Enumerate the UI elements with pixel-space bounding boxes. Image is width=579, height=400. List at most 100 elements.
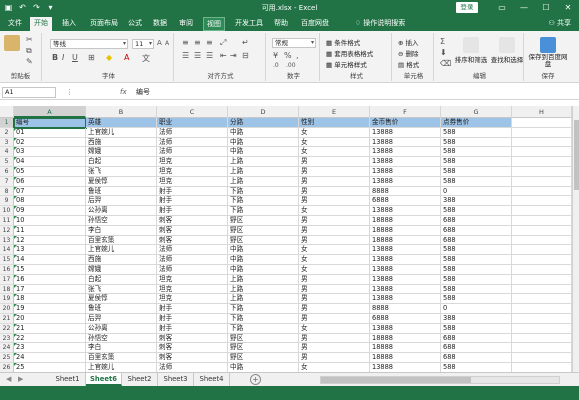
table-cell[interactable]: 13888: [370, 206, 441, 216]
table-cell[interactable]: 男: [299, 186, 370, 197]
table-cell[interactable]: 13888: [370, 127, 441, 138]
table-cell[interactable]: 388: [441, 314, 512, 324]
table-cell[interactable]: 法师: [157, 245, 228, 256]
table-cell[interactable]: 05: [14, 167, 86, 177]
table-cell[interactable]: 野区: [228, 343, 299, 354]
close-icon[interactable]: ✕: [557, 0, 579, 16]
table-cell[interactable]: 张飞: [86, 167, 157, 177]
format-painter-icon[interactable]: ✎: [26, 57, 33, 66]
insert-cells-button[interactable]: ⊕ 插入: [398, 37, 419, 47]
header-cell[interactable]: 职业: [157, 118, 228, 128]
table-cell[interactable]: 百里玄策: [86, 353, 157, 363]
table-cell[interactable]: 刺客: [157, 333, 228, 344]
table-cell[interactable]: 18888: [370, 353, 441, 363]
table-cell[interactable]: 坦克: [157, 176, 228, 187]
table-cell[interactable]: 上路: [228, 176, 299, 187]
grow-font-icon[interactable]: A: [157, 39, 162, 47]
table-cell[interactable]: 18888: [370, 343, 441, 354]
formula-input[interactable]: 编号: [136, 87, 150, 97]
row-number[interactable]: 25: [0, 353, 14, 363]
login-button[interactable]: 登录: [456, 2, 478, 13]
table-cell[interactable]: 13: [14, 245, 86, 256]
share-button[interactable]: ⚇ 共享: [548, 18, 571, 28]
table-cell[interactable]: 野区: [228, 225, 299, 236]
table-cell[interactable]: 10: [14, 216, 86, 226]
table-cell[interactable]: 后羿: [86, 314, 157, 324]
fill-color-icon[interactable]: ◆: [106, 53, 112, 62]
row-number[interactable]: 5: [0, 157, 14, 167]
table-cell[interactable]: 8888: [370, 186, 441, 197]
row-number[interactable]: 4: [0, 147, 14, 158]
table-cell[interactable]: 588: [441, 137, 512, 148]
table-cell[interactable]: 03: [14, 147, 86, 158]
table-cell[interactable]: 13888: [370, 255, 441, 265]
find-select-button[interactable]: 查找和选择: [490, 37, 524, 64]
table-cell[interactable]: 04: [14, 157, 86, 167]
table-cell[interactable]: [512, 167, 572, 177]
table-cell[interactable]: 18: [14, 294, 86, 305]
table-cell[interactable]: 07: [14, 186, 86, 197]
table-cell[interactable]: 坦克: [157, 157, 228, 167]
table-cell[interactable]: 588: [441, 157, 512, 167]
table-cell[interactable]: [512, 196, 572, 207]
column-header-c[interactable]: C: [157, 106, 228, 118]
table-cell[interactable]: 13888: [370, 147, 441, 158]
table-cell[interactable]: 射手: [157, 323, 228, 334]
table-cell[interactable]: 下路: [228, 323, 299, 334]
table-cell[interactable]: 李白: [86, 343, 157, 354]
row-number[interactable]: 24: [0, 343, 14, 354]
table-cell[interactable]: 20: [14, 314, 86, 324]
table-cell[interactable]: 13888: [370, 265, 441, 275]
tab-page-layout[interactable]: 页面布局: [87, 17, 121, 31]
tab-view[interactable]: 视图: [203, 17, 225, 31]
table-cell[interactable]: 中路: [228, 127, 299, 138]
column-header-h[interactable]: H: [512, 106, 572, 118]
table-cell[interactable]: [512, 294, 572, 305]
table-cell[interactable]: 射手: [157, 304, 228, 314]
table-cell[interactable]: 02: [14, 137, 86, 148]
table-cell[interactable]: 588: [441, 176, 512, 187]
table-cell[interactable]: [512, 157, 572, 167]
table-cell[interactable]: 上路: [228, 167, 299, 177]
table-cell[interactable]: 588: [441, 206, 512, 216]
table-cell[interactable]: 588: [441, 294, 512, 305]
table-cell[interactable]: 688: [441, 353, 512, 363]
sort-filter-button[interactable]: 排序和筛选: [454, 37, 488, 64]
table-cell[interactable]: 下路: [228, 206, 299, 216]
table-cell[interactable]: 法师: [157, 265, 228, 275]
delete-cells-button[interactable]: ⊖ 删除: [398, 48, 419, 58]
row-number[interactable]: 2: [0, 127, 14, 138]
table-cell[interactable]: 女: [299, 206, 370, 216]
table-cell[interactable]: 13888: [370, 157, 441, 167]
conditional-formatting-button[interactable]: ▦ 条件格式: [326, 37, 360, 47]
orientation-icon[interactable]: ⤢: [220, 38, 226, 48]
header-cell[interactable]: 点券售价: [441, 118, 512, 128]
table-cell[interactable]: 女: [299, 265, 370, 275]
tab-formulas[interactable]: 公式: [126, 17, 144, 31]
tell-me-search[interactable]: ♢ 操作说明搜索: [340, 17, 420, 31]
vertical-scroll-thumb[interactable]: [574, 120, 579, 190]
table-cell[interactable]: 11: [14, 225, 86, 236]
table-cell[interactable]: 刺客: [157, 216, 228, 226]
table-cell[interactable]: 嫦娥: [86, 265, 157, 275]
table-cell[interactable]: 688: [441, 216, 512, 226]
table-cell[interactable]: 男: [299, 343, 370, 354]
table-cell[interactable]: [512, 245, 572, 256]
format-cells-button[interactable]: ▤ 格式: [398, 59, 419, 69]
table-cell[interactable]: 夏侯惇: [86, 176, 157, 187]
maximize-icon[interactable]: ☐: [535, 0, 557, 16]
table-cell[interactable]: 百里玄策: [86, 235, 157, 246]
column-header-d[interactable]: D: [228, 106, 299, 118]
table-cell[interactable]: 女: [299, 363, 370, 372]
ribbon-display-icon[interactable]: ▭: [491, 0, 513, 16]
table-cell[interactable]: [512, 363, 572, 372]
table-cell[interactable]: 06: [14, 176, 86, 187]
header-cell[interactable]: 金币售价: [370, 118, 441, 128]
number-format-combo[interactable]: 常规 ▾: [272, 38, 316, 48]
table-cell[interactable]: 男: [299, 176, 370, 187]
table-cell[interactable]: 16: [14, 274, 86, 285]
tab-data[interactable]: 数据: [151, 17, 169, 31]
borders-icon[interactable]: ⊞: [88, 53, 95, 62]
align-center-icon[interactable]: ☰: [194, 51, 201, 60]
table-cell[interactable]: 公孙离: [86, 323, 157, 334]
